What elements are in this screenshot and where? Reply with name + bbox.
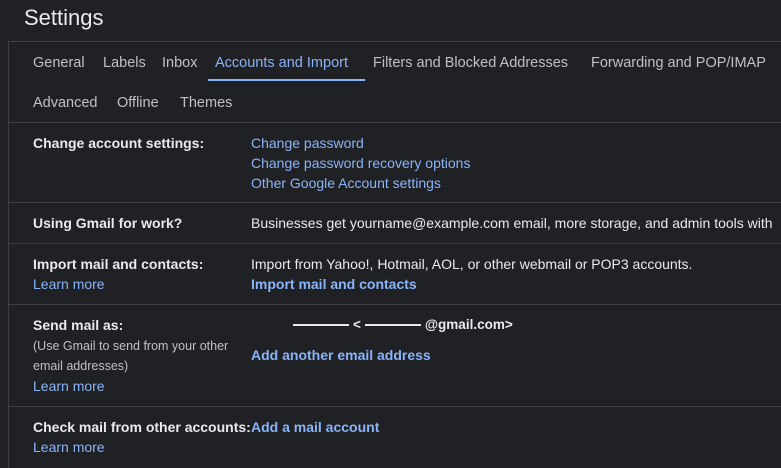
email-domain: @gmail.com> <box>424 317 513 332</box>
check-mail-label: Check mail from other accounts: <box>33 419 251 435</box>
send-mail-as-description: (Use Gmail to send from your other email… <box>33 339 229 373</box>
tab-filters-and-blocked-addresses[interactable]: Filters and Blocked Addresses <box>373 53 568 73</box>
section-send-mail-as: Send mail as: (Use Gmail to send from yo… <box>9 305 781 407</box>
section-import-mail: Import mail and contacts: Learn more Imp… <box>9 244 781 305</box>
gmail-for-work-text: Businesses get yourname@example.com emai… <box>251 215 773 231</box>
import-description: Import from Yahoo!, Hotmail, AOL, or oth… <box>251 256 693 272</box>
settings-panel: General Labels Inbox Accounts and Import… <box>8 41 781 468</box>
change-account-settings-label: Change account settings: <box>33 135 205 151</box>
settings-page: Settings General Labels Inbox Accounts a… <box>0 0 781 468</box>
import-mail-label: Import mail and contacts: <box>33 256 204 272</box>
send-mail-as-label: Send mail as: <box>33 317 124 333</box>
add-another-email-address-link[interactable]: Add another email address <box>251 345 431 365</box>
other-google-account-settings-link[interactable]: Other Google Account settings <box>251 173 441 193</box>
add-mail-account-link[interactable]: Add a mail account <box>251 417 379 437</box>
check-mail-learn-more-link[interactable]: Learn more <box>33 437 105 457</box>
gmail-for-work-label: Using Gmail for work? <box>33 215 183 231</box>
tab-general[interactable]: General <box>33 53 85 73</box>
tab-forwarding-and-pop-imap[interactable]: Forwarding and POP/IMAP <box>591 53 766 73</box>
change-password-recovery-link[interactable]: Change password recovery options <box>251 153 470 173</box>
email-separator: < <box>353 317 361 332</box>
tab-offline[interactable]: Offline <box>117 93 159 113</box>
send-as-email-address: < @gmail.com> <box>289 315 513 335</box>
section-change-account-settings: Change account settings: Change password… <box>9 123 781 203</box>
tab-labels[interactable]: Labels <box>103 53 146 73</box>
tab-inbox[interactable]: Inbox <box>162 53 197 73</box>
import-learn-more-link[interactable]: Learn more <box>33 274 105 294</box>
page-title: Settings <box>24 5 104 30</box>
section-gmail-for-work: Using Gmail for work? Businesses get you… <box>9 203 781 244</box>
redacted-username <box>364 324 421 326</box>
change-password-link[interactable]: Change password <box>251 133 364 153</box>
settings-tabs: General Labels Inbox Accounts and Import… <box>9 42 781 123</box>
import-mail-and-contacts-link[interactable]: Import mail and contacts <box>251 274 417 294</box>
tab-accounts-and-import[interactable]: Accounts and Import <box>215 53 348 73</box>
tab-advanced[interactable]: Advanced <box>33 93 98 113</box>
active-tab-indicator <box>208 79 365 81</box>
send-as-learn-more-link[interactable]: Learn more <box>33 376 105 396</box>
redacted-name <box>293 324 349 326</box>
section-check-mail: Check mail from other accounts: Learn mo… <box>9 407 781 468</box>
tab-themes[interactable]: Themes <box>180 93 232 113</box>
